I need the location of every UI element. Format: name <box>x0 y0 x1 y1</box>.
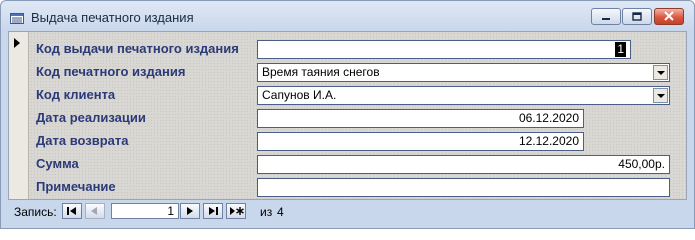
label-client-code: Код клиента <box>36 87 116 102</box>
label-sale-date: Дата реализации <box>36 110 146 125</box>
sale-date-field[interactable]: 06.12.2020 <box>257 109 584 128</box>
amount-field[interactable]: 450,00р. <box>257 155 670 174</box>
sale-date-value: 06.12.2020 <box>518 111 579 125</box>
last-record-icon <box>209 207 218 215</box>
return-date-field[interactable]: 12.12.2020 <box>257 132 584 151</box>
previous-record-icon <box>91 207 97 215</box>
publication-dropdown-button[interactable] <box>653 65 668 80</box>
restore-icon <box>632 12 642 21</box>
client-value: Сапунов И.А. <box>262 88 337 102</box>
publication-combo[interactable]: Время таяния снегов <box>257 63 670 82</box>
window-title: Выдача печатного издания <box>31 10 194 25</box>
minimize-button[interactable] <box>591 8 621 25</box>
form-window: Выдача печатного издания Код выдачи печа… <box>0 0 695 229</box>
record-label: Запись: <box>14 205 57 219</box>
record-navigation-bar: Запись: 1 из 4 <box>8 201 687 223</box>
client-dropdown-button[interactable] <box>653 88 668 103</box>
note-field[interactable] <box>257 178 670 197</box>
of-label: из <box>260 205 273 219</box>
issue-code-field[interactable]: 1 <box>257 40 631 59</box>
label-amount: Сумма <box>36 156 79 171</box>
current-record-arrow-icon <box>14 38 20 48</box>
client-combo[interactable]: Сапунов И.А. <box>257 86 670 105</box>
next-record-button[interactable] <box>180 203 200 219</box>
label-publication-code: Код печатного издания <box>36 64 186 79</box>
close-icon <box>664 11 674 21</box>
next-record-icon <box>187 207 193 215</box>
first-record-button[interactable] <box>62 203 82 219</box>
label-issue-code: Код выдачи печатного издания <box>36 41 239 56</box>
publication-value: Время таяния снегов <box>262 65 380 79</box>
title-bar[interactable]: Выдача печатного издания <box>1 1 694 31</box>
form-icon <box>10 11 24 24</box>
form-detail-section: Код выдачи печатного издания 1 Код печат… <box>8 31 687 200</box>
first-record-icon <box>67 207 76 215</box>
total-records: 4 <box>277 205 284 219</box>
amount-value: 450,00р. <box>618 157 665 171</box>
current-record-input[interactable]: 1 <box>111 203 179 219</box>
record-selector[interactable] <box>9 32 29 199</box>
last-record-button[interactable] <box>203 203 223 219</box>
minimize-icon <box>602 18 610 20</box>
label-return-date: Дата возврата <box>36 133 129 148</box>
issue-code-value: 1 <box>615 42 626 57</box>
label-note: Примечание <box>36 179 116 194</box>
return-date-value: 12.12.2020 <box>518 134 579 148</box>
new-record-icon <box>230 207 244 215</box>
restore-button[interactable] <box>622 8 652 25</box>
close-button[interactable] <box>654 8 684 25</box>
new-record-button[interactable] <box>226 203 246 219</box>
previous-record-button[interactable] <box>85 203 105 219</box>
